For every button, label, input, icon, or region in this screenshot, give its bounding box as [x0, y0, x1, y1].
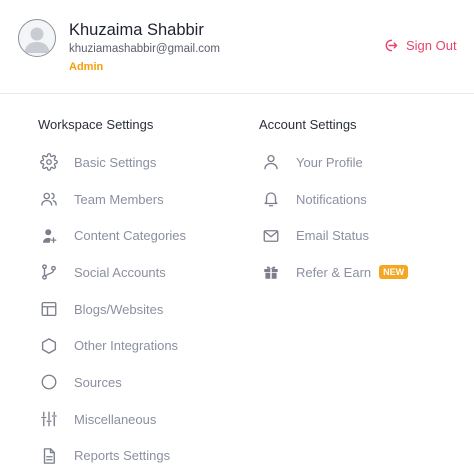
menu-item-refer-earn[interactable]: Refer & Earn NEW	[260, 254, 409, 291]
menu-item-miscellaneous[interactable]: Miscellaneous	[38, 401, 186, 438]
users-icon	[38, 188, 60, 210]
gear-icon	[38, 151, 60, 173]
menu-item-label: Team Members	[74, 191, 164, 207]
menu-item-reports-settings[interactable]: Reports Settings	[38, 438, 186, 475]
menu-item-social-accounts[interactable]: Social Accounts	[38, 254, 186, 291]
account-settings-title: Account Settings	[259, 117, 357, 132]
menu-item-basic-settings[interactable]: Basic Settings	[38, 144, 186, 181]
menu-item-label: Your Profile	[296, 154, 363, 170]
menu-item-label: Basic Settings	[74, 154, 157, 170]
menu-item-label: Notifications	[296, 191, 367, 207]
menu-item-label: Social Accounts	[74, 264, 166, 280]
sign-out-button[interactable]: Sign Out	[383, 38, 457, 53]
gift-icon	[260, 261, 282, 283]
menu-item-email-status[interactable]: Email Status	[260, 217, 408, 254]
mail-icon	[260, 225, 282, 247]
user-name: Khuzaima Shabbir	[69, 21, 204, 39]
categories-icon	[38, 225, 60, 247]
menu-item-label: Reports Settings	[74, 448, 171, 464]
avatar-placeholder-icon	[24, 27, 50, 53]
menu-item-label: Blogs/Websites	[74, 301, 164, 317]
menu-item-your-profile[interactable]: Your Profile	[260, 144, 408, 181]
document-icon	[38, 445, 60, 467]
menu-item-sources[interactable]: Sources	[38, 364, 186, 401]
circle-icon	[38, 371, 60, 393]
new-badge: NEW	[379, 265, 409, 280]
workspace-settings-title: Workspace Settings	[38, 117, 154, 132]
menu-item-label: Miscellaneous	[74, 411, 157, 427]
avatar	[18, 19, 56, 57]
account-settings-menu: Your Profile Notifications Email Status	[260, 144, 409, 291]
user-role: Admin	[69, 61, 104, 73]
menu-item-notifications[interactable]: Notifications	[260, 181, 408, 218]
sign-out-label: Sign Out	[406, 38, 457, 53]
user-header: Khuzaima Shabbir khuziamashabbir@gmail.c…	[0, 0, 474, 94]
menu-item-label: Sources	[74, 374, 122, 390]
hexagon-icon	[38, 335, 60, 357]
menu-item-label: Email Status	[296, 228, 369, 244]
menu-item-label: Refer & Earn	[296, 264, 372, 280]
user-email: khuziamashabbir@gmail.com	[69, 43, 221, 55]
menu-item-team-members[interactable]: Team Members	[38, 181, 186, 218]
branch-icon	[38, 261, 60, 283]
workspace-settings-menu: Basic Settings Team Members Content Cate…	[38, 144, 186, 474]
account-menu-panel: Khuzaima Shabbir khuziamashabbir@gmail.c…	[0, 0, 474, 476]
layout-icon	[38, 298, 60, 320]
menu-item-label: Other Integrations	[74, 338, 179, 354]
sliders-icon	[38, 408, 60, 430]
sign-out-icon	[385, 39, 398, 52]
menu-item-blogs-websites[interactable]: Blogs/Websites	[38, 291, 186, 328]
bell-icon	[260, 188, 282, 210]
menu-item-content-categories[interactable]: Content Categories	[38, 217, 186, 254]
user-icon	[260, 151, 282, 173]
menu-item-other-integrations[interactable]: Other Integrations	[38, 327, 186, 364]
menu-item-label: Content Categories	[74, 228, 187, 244]
